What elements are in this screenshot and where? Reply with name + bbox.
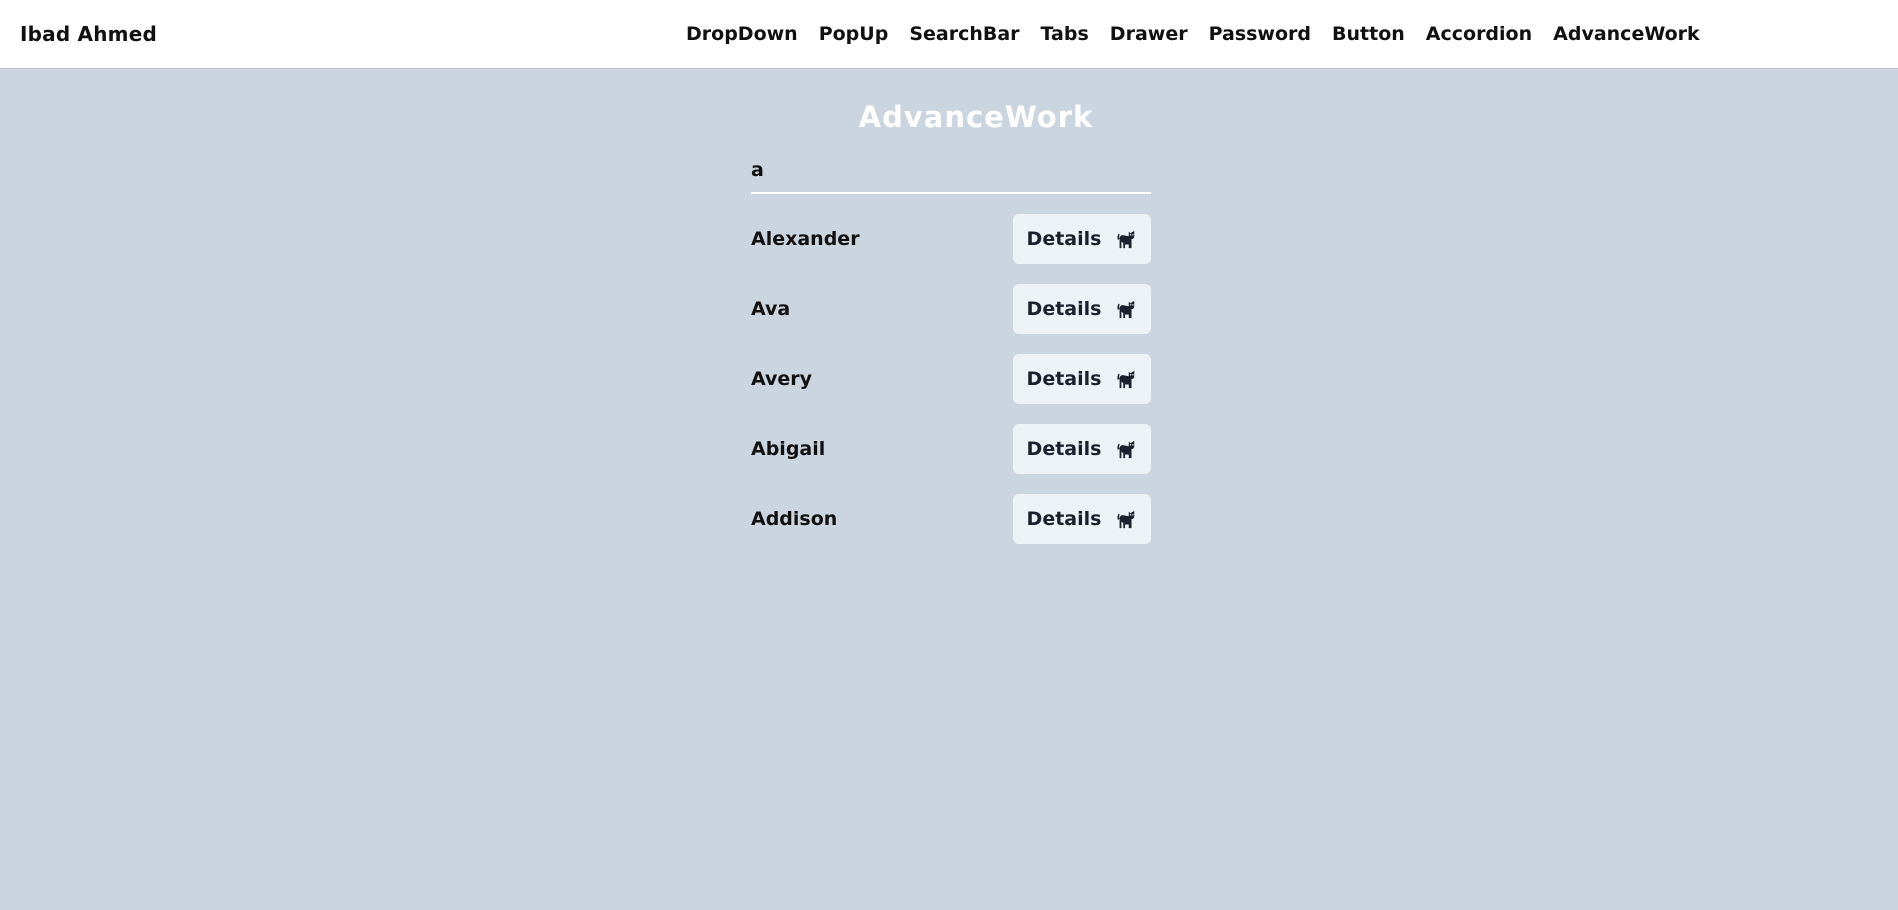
nav-link-dropdown[interactable]: DropDown bbox=[686, 23, 798, 45]
nav-link-searchbar[interactable]: SearchBar bbox=[909, 23, 1019, 45]
nav-link-advancework[interactable]: AdvanceWork bbox=[1553, 23, 1700, 45]
nav-link-tabs[interactable]: Tabs bbox=[1041, 23, 1089, 45]
list-item: Alexander Details bbox=[751, 214, 1151, 264]
search-input[interactable] bbox=[751, 150, 1151, 190]
list-item: Avery Details bbox=[751, 354, 1151, 404]
nav-link-accordion[interactable]: Accordion bbox=[1426, 23, 1532, 45]
cat-icon bbox=[1117, 230, 1135, 249]
nav-links: DropDown PopUp SearchBar Tabs Drawer Pas… bbox=[686, 0, 1700, 68]
details-button-label: Details bbox=[1026, 298, 1102, 320]
details-button[interactable]: Details bbox=[1013, 284, 1151, 334]
page-title: AdvanceWork bbox=[858, 100, 1094, 134]
result-name: Abigail bbox=[751, 438, 826, 460]
nav-link-drawer[interactable]: Drawer bbox=[1110, 23, 1188, 45]
list-item: Addison Details bbox=[751, 494, 1151, 544]
list-item: Abigail Details bbox=[751, 424, 1151, 474]
cat-icon bbox=[1117, 300, 1135, 319]
search-field bbox=[751, 150, 1151, 194]
details-button-label: Details bbox=[1026, 508, 1102, 530]
results-list: Alexander Details Ava Details Avery Deta… bbox=[751, 214, 1151, 564]
nav-link-button[interactable]: Button bbox=[1332, 23, 1405, 45]
nav-link-password[interactable]: Password bbox=[1209, 23, 1311, 45]
details-button[interactable]: Details bbox=[1013, 494, 1151, 544]
result-name: Avery bbox=[751, 368, 813, 390]
cat-icon bbox=[1117, 440, 1135, 459]
result-name: Ava bbox=[751, 298, 791, 320]
details-button[interactable]: Details bbox=[1013, 424, 1151, 474]
top-navbar: Ibad Ahmed DropDown PopUp SearchBar Tabs… bbox=[0, 0, 1898, 69]
cat-icon bbox=[1117, 370, 1135, 389]
result-name: Alexander bbox=[751, 228, 860, 250]
cat-icon bbox=[1117, 510, 1135, 529]
details-button[interactable]: Details bbox=[1013, 214, 1151, 264]
details-button-label: Details bbox=[1026, 368, 1102, 390]
details-button-label: Details bbox=[1026, 228, 1102, 250]
details-button-label: Details bbox=[1026, 438, 1102, 460]
brand-name[interactable]: Ibad Ahmed bbox=[20, 0, 157, 68]
list-item: Ava Details bbox=[751, 284, 1151, 334]
details-button[interactable]: Details bbox=[1013, 354, 1151, 404]
nav-link-popup[interactable]: PopUp bbox=[819, 23, 889, 45]
result-name: Addison bbox=[751, 508, 838, 530]
